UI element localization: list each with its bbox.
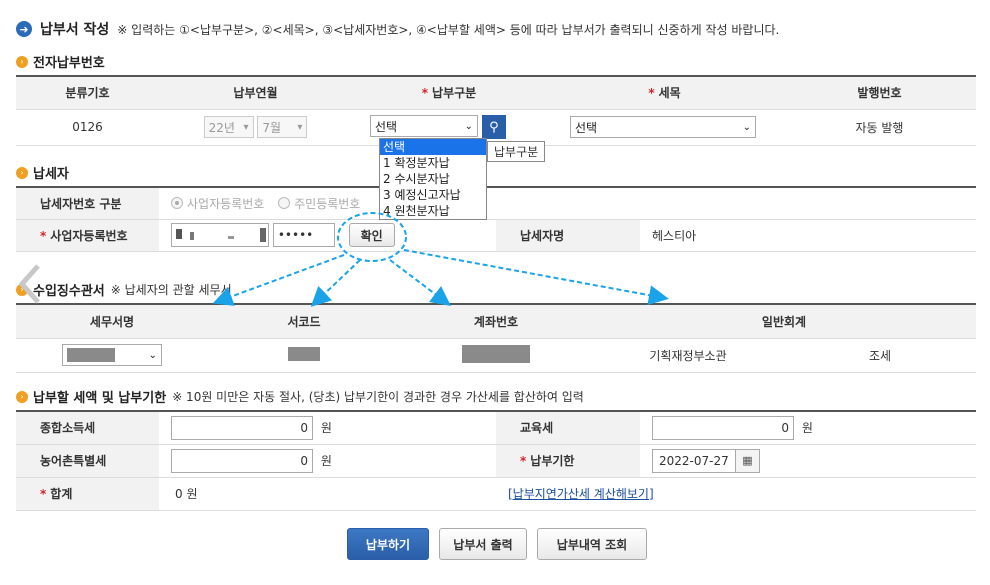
annotation-arrow: [310, 259, 361, 307]
annotation-arrow: [389, 259, 451, 307]
annotation-arrows: [212, 212, 669, 307]
annotation-arrow: [403, 249, 669, 306]
annotation-arrow: [212, 254, 345, 306]
highlight-circle: [337, 212, 407, 262]
